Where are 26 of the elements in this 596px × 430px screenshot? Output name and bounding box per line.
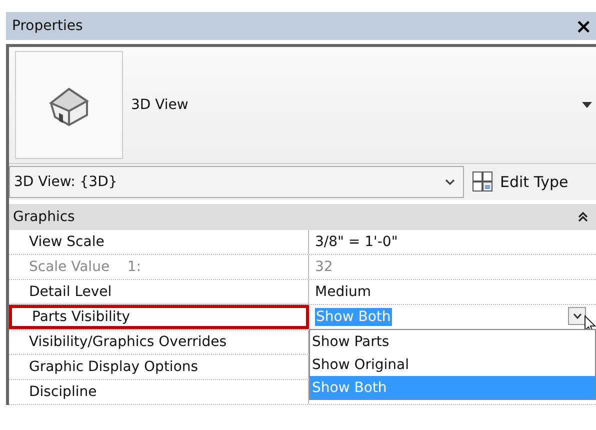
dropdown-button[interactable] bbox=[568, 307, 586, 325]
property-label: Graphic Display Options bbox=[9, 355, 309, 379]
property-value: 32 bbox=[314, 258, 334, 277]
dropdown-arrow-icon[interactable] bbox=[582, 102, 592, 108]
type-name: 3D View bbox=[131, 97, 190, 113]
property-label: Detail Level bbox=[9, 280, 309, 304]
panel-title: Properties bbox=[12, 18, 83, 34]
property-value: Medium bbox=[314, 283, 372, 302]
edit-type-button[interactable]: Edit Type bbox=[464, 170, 596, 194]
chevron-down-icon bbox=[572, 313, 582, 319]
section-title: Graphics bbox=[13, 209, 75, 225]
property-label: Discipline bbox=[9, 380, 309, 404]
property-value: 3/8" = 1'-0" bbox=[314, 233, 399, 252]
section-header[interactable]: Graphics bbox=[9, 204, 596, 230]
selected-value-text: Show Both bbox=[315, 308, 392, 326]
property-label: View Scale bbox=[9, 230, 309, 254]
dropdown-option[interactable]: Show Original bbox=[310, 353, 595, 376]
dropdown-option[interactable]: Show Parts bbox=[310, 330, 595, 353]
property-label: Parts Visibility bbox=[9, 305, 309, 329]
type-selector[interactable]: 3D View: {3D} bbox=[9, 166, 464, 198]
close-button[interactable]: × bbox=[571, 16, 596, 36]
chevron-down-icon bbox=[445, 178, 455, 186]
collapse-icon[interactable] bbox=[578, 212, 588, 222]
property-label: Visibility/Graphics Overrides bbox=[9, 330, 309, 354]
table-icon bbox=[472, 171, 494, 193]
property-label: Scale Value 1: bbox=[9, 255, 309, 279]
